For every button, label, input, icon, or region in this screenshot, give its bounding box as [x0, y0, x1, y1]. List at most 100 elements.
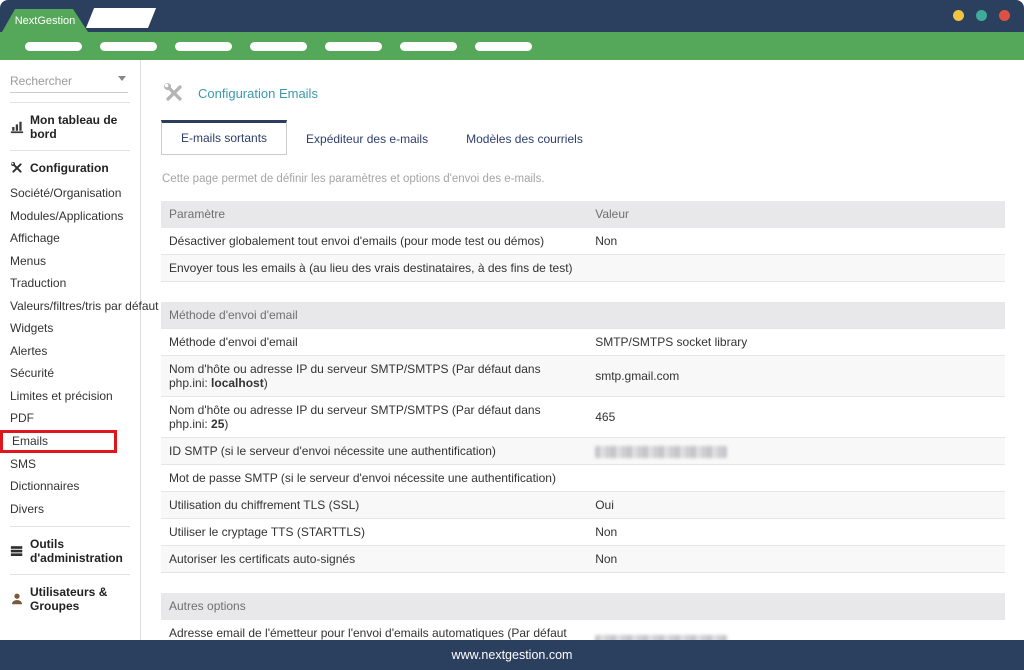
main-content: Configuration Emails E-mails sortants Ex…: [141, 60, 1024, 640]
sidebar-item-sms[interactable]: SMS: [10, 455, 130, 473]
sidebar-search: [10, 72, 130, 93]
table-header-row: Méthode d'envoi d'email: [161, 302, 1005, 329]
list-icon: [10, 544, 24, 558]
table-row: Nom d'hôte ou adresse IP du serveur SMTP…: [161, 356, 1005, 397]
menu-item-redacted[interactable]: [475, 42, 532, 51]
param-value: Non: [587, 228, 1005, 255]
table-row: Méthode d'envoi d'email SMTP/SMTPS socke…: [161, 329, 1005, 356]
table-header-row: Paramètre Valeur: [161, 201, 1005, 228]
sidebar-item-pdf[interactable]: PDF: [10, 409, 130, 427]
sidebar-item-menus[interactable]: Menus: [10, 252, 130, 270]
param-value: Oui: [587, 492, 1005, 519]
table-row: ID SMTP (si le serveur d'envoi nécessite…: [161, 438, 1005, 465]
param-label: Autoriser les certificats auto-signés: [161, 546, 587, 573]
table-row: Envoyer tous les emails à (au lieu des v…: [161, 255, 1005, 282]
redacted-top-tab[interactable]: [86, 8, 156, 28]
divider: [10, 526, 130, 527]
param-value: SMTP/SMTPS socket library: [587, 329, 1005, 356]
sidebar-item-limites[interactable]: Limites et précision: [10, 387, 130, 405]
menu-item-redacted[interactable]: [100, 42, 157, 51]
param-value: 465: [587, 397, 1005, 438]
param-value: [587, 438, 1005, 465]
sidebar: Mon tableau de bord Configuration Sociét…: [0, 60, 141, 640]
divider: [10, 574, 130, 575]
sidebar-item-valeurs[interactable]: Valeurs/filtres/tris par défaut: [10, 297, 130, 315]
tab-expediteur[interactable]: Expéditeur des e-mails: [287, 123, 447, 155]
redacted-value: [595, 446, 727, 458]
param-label: Utilisation du chiffrement TLS (SSL): [161, 492, 587, 519]
param-label: Adresse email de l'émetteur pour l'envoi…: [161, 620, 587, 641]
sidebar-section-admin-tools[interactable]: Outils d'administration: [10, 537, 130, 565]
param-value: [587, 465, 1005, 492]
table-row: Mot de passe SMTP (si le serveur d'envoi…: [161, 465, 1005, 492]
param-value: [587, 255, 1005, 282]
table-row: Utilisation du chiffrement TLS (SSL) Oui: [161, 492, 1005, 519]
window-controls: [953, 10, 1010, 21]
sidebar-item-alertes[interactable]: Alertes: [10, 342, 130, 360]
menu-item-redacted[interactable]: [25, 42, 82, 51]
sidebar-item-dictionnaires[interactable]: Dictionnaires: [10, 477, 130, 495]
param-label: Désactiver globalement tout envoi d'emai…: [161, 228, 587, 255]
redacted-value: [595, 635, 727, 640]
setup-tools-icon: [163, 82, 185, 104]
brand-tab[interactable]: NextGestion: [2, 9, 88, 32]
param-label: Nom d'hôte ou adresse IP du serveur SMTP…: [161, 397, 587, 438]
tab-bar: E-mails sortants Expéditeur des e-mails …: [161, 120, 1005, 156]
user-icon: [10, 592, 24, 606]
sidebar-item-divers[interactable]: Divers: [10, 500, 130, 518]
table-row: Désactiver globalement tout envoi d'emai…: [161, 228, 1005, 255]
menu-item-redacted[interactable]: [250, 42, 307, 51]
window-dot-teal[interactable]: [976, 10, 987, 21]
sidebar-item-label: Mon tableau de bord: [30, 113, 130, 141]
param-label: Utiliser le cryptage TTS (STARTTLS): [161, 519, 587, 546]
brand-label: NextGestion: [15, 15, 76, 27]
send-method-table: Méthode d'envoi d'email Méthode d'envoi …: [161, 302, 1005, 573]
sidebar-item-securite[interactable]: Sécurité: [10, 364, 130, 382]
sidebar-item-modules[interactable]: Modules/Applications: [10, 207, 130, 225]
column-header-parametre: Paramètre: [161, 201, 587, 228]
param-label: Mot de passe SMTP (si le serveur d'envoi…: [161, 465, 587, 492]
app-window: NextGestion: [0, 0, 1024, 670]
sidebar-item-dashboard[interactable]: Mon tableau de bord: [10, 113, 130, 141]
param-label: Nom d'hôte ou adresse IP du serveur SMTP…: [161, 356, 587, 397]
menu-item-redacted[interactable]: [325, 42, 382, 51]
chevron-down-icon[interactable]: [118, 76, 126, 81]
param-value: [587, 620, 1005, 641]
sidebar-section-configuration[interactable]: Configuration: [10, 161, 130, 175]
param-value: Non: [587, 519, 1005, 546]
window-dot-yellow[interactable]: [953, 10, 964, 21]
highlight-annotation: Emails: [0, 430, 117, 453]
sidebar-item-societe[interactable]: Société/Organisation: [10, 184, 130, 202]
page-title-text: Configuration Emails: [198, 86, 318, 101]
sidebar-section-users-groups[interactable]: Utilisateurs & Groupes: [10, 585, 130, 613]
param-label: ID SMTP (si le serveur d'envoi nécessite…: [161, 438, 587, 465]
section-header: Autres options: [161, 593, 1005, 620]
param-value: smtp.gmail.com: [587, 356, 1005, 397]
param-value: Non: [587, 546, 1005, 573]
other-options-table: Autres options Adresse email de l'émette…: [161, 593, 1005, 640]
sidebar-item-widgets[interactable]: Widgets: [10, 319, 130, 337]
divider: [10, 102, 130, 103]
sidebar-item-affichage[interactable]: Affichage: [10, 229, 130, 247]
sidebar-item-traduction[interactable]: Traduction: [10, 274, 130, 292]
param-label: Envoyer tous les emails à (au lieu des v…: [161, 255, 587, 282]
parameters-table: Paramètre Valeur Désactiver globalement …: [161, 201, 1005, 282]
param-label: Méthode d'envoi d'email: [161, 329, 587, 356]
sidebar-section-label: Utilisateurs & Groupes: [30, 585, 130, 613]
window-dot-red[interactable]: [999, 10, 1010, 21]
tab-modeles-courriels[interactable]: Modèles des courriels: [447, 123, 602, 155]
page-title: Configuration Emails: [163, 82, 1005, 104]
menu-item-redacted[interactable]: [175, 42, 232, 51]
sidebar-section-label: Configuration: [30, 161, 109, 175]
table-row: Utiliser le cryptage TTS (STARTTLS) Non: [161, 519, 1005, 546]
tools-icon: [10, 161, 24, 175]
tab-emails-sortants[interactable]: E-mails sortants: [161, 120, 287, 155]
page-description: Cette page permet de définir les paramèt…: [162, 173, 1005, 185]
sidebar-item-emails-selected[interactable]: Emails: [12, 433, 114, 450]
table-row: Autoriser les certificats auto-signés No…: [161, 546, 1005, 573]
table-row: Nom d'hôte ou adresse IP du serveur SMTP…: [161, 397, 1005, 438]
column-header-valeur: Valeur: [587, 201, 1005, 228]
menu-item-redacted[interactable]: [400, 42, 457, 51]
search-input[interactable]: [10, 72, 128, 93]
footer-link[interactable]: www.nextgestion.com: [452, 648, 573, 662]
